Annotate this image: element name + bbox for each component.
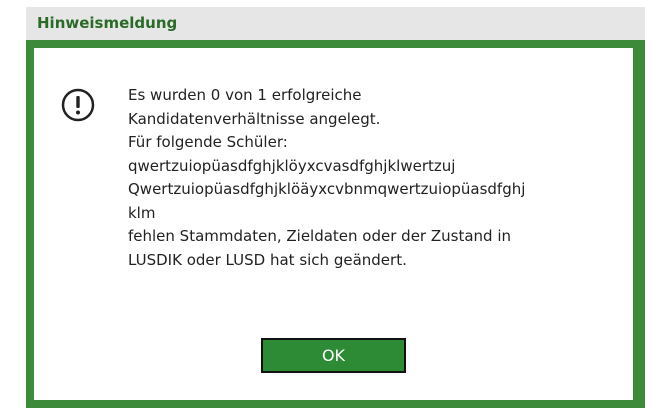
message-line: Es wurden 0 von 1 erfolgreiche xyxy=(128,86,362,104)
dialog-message: Es wurden 0 von 1 erfolgreiche Kandidate… xyxy=(128,84,628,272)
notification-dialog: Hinweismeldung Es wurden 0 von 1 erfolgr… xyxy=(26,7,645,408)
message-line: klm xyxy=(128,203,156,222)
dialog-content: Es wurden 0 von 1 erfolgreiche Kandidate… xyxy=(34,48,633,400)
message-line: LUSDIK oder LUSD hat sich geändert. xyxy=(128,250,407,269)
message-line: qwertzuiopüasdfghjklöyxcvasdfghjklwertzu… xyxy=(128,156,456,175)
message-line: Für folgende Schüler: xyxy=(128,133,288,151)
message-line: Kandidatenverhältnisse angelegt. xyxy=(128,109,381,128)
ok-button[interactable]: OK xyxy=(261,338,406,373)
dialog-title[interactable]: Hinweismeldung xyxy=(26,7,645,40)
exclamation-circle-icon xyxy=(61,88,95,122)
message-line: Qwertzuiopüasdfghjklöäyxcvbnmqwertzuiopü… xyxy=(128,180,526,198)
message-line: fehlen Stammdaten, Zieldaten oder der Zu… xyxy=(128,227,511,245)
